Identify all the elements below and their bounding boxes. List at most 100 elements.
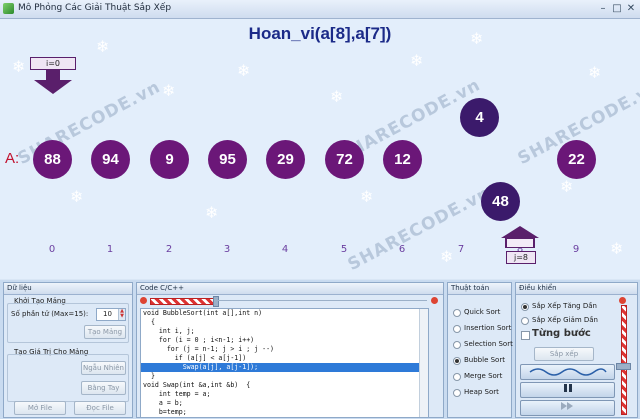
app-icon xyxy=(3,3,14,14)
up-arrow-icon xyxy=(501,226,539,249)
pointer-j-label: j=8 xyxy=(506,251,536,264)
index-label: 1 xyxy=(106,244,114,255)
array-element-8: 48 xyxy=(481,182,520,221)
radio-label: Heap Sort xyxy=(464,388,499,396)
code-scrollbar[interactable] xyxy=(419,309,428,417)
code-line: a = b; xyxy=(143,399,183,407)
sort-button[interactable]: Sắp xếp xyxy=(534,347,594,361)
next-icon xyxy=(560,402,573,410)
progress-track xyxy=(217,300,427,301)
pointer-j: j=8 xyxy=(497,226,543,264)
algorithm-panel-title: Thuật toán xyxy=(448,283,511,295)
array-element-1: 94 xyxy=(91,140,130,179)
progress-slider-thumb[interactable] xyxy=(213,296,219,307)
code-line: for (j = n-1; j > i ; j --) xyxy=(143,345,275,353)
window-title: Mô Phỏng Các Giải Thuật Sắp Xếp xyxy=(18,3,172,13)
snowflake-icon: ❄ xyxy=(70,187,84,206)
count-value: 10 xyxy=(103,310,112,318)
radio-dot-selected-icon xyxy=(521,303,529,311)
snowflake-icon: ❄ xyxy=(162,81,176,100)
visualization-canvas: ❄ ❄ ❄ ❄ ❄ ❄ ❄ ❄ ❄ ❄ ❄ ❄ ❄ ❄ SHARECODE.vn… xyxy=(0,19,640,279)
title-bar: Mô Phỏng Các Giải Thuật Sắp Xếp – □ ✕ xyxy=(0,0,640,19)
data-panel-title: Dữ liệu xyxy=(4,283,132,295)
radio-label: Sắp Xếp Tăng Dần xyxy=(532,302,597,310)
index-label: 0 xyxy=(48,244,56,255)
snowflake-icon: ❄ xyxy=(237,61,251,80)
snowflake-icon: ❄ xyxy=(360,187,374,206)
index-label: 7 xyxy=(457,244,465,255)
radio-label: Bubble Sort xyxy=(464,356,505,364)
red-dot-icon xyxy=(140,297,147,304)
array-element-7: 4 xyxy=(460,98,499,137)
index-label: 2 xyxy=(165,244,173,255)
progress-bar xyxy=(150,298,214,305)
radio-label: Selection Sort xyxy=(464,340,513,348)
step-checkbox[interactable] xyxy=(521,331,530,340)
data-panel: Dữ liệu Khởi Tạo Mảng Số phần tử (Max=15… xyxy=(3,282,133,418)
array-element-9: 22 xyxy=(557,140,596,179)
snowflake-icon: ❄ xyxy=(330,87,344,106)
array-element-2: 9 xyxy=(150,140,189,179)
radio-dot-icon xyxy=(521,317,529,325)
index-label: 4 xyxy=(281,244,289,255)
read-file-button[interactable]: Đọc File xyxy=(74,401,126,415)
bottom-panels: Dữ liệu Khởi Tạo Mảng Số phần tử (Max=15… xyxy=(0,280,640,419)
code-panel: Code C/C++ void BubbleSort(int a[],int n… xyxy=(136,282,444,418)
code-line: int temp = a; xyxy=(143,390,211,398)
random-button[interactable]: Ngẫu Nhiên xyxy=(81,361,126,375)
index-label: 5 xyxy=(340,244,348,255)
radio-dot-icon xyxy=(453,325,461,333)
code-line: if (a[j] < a[j-1]) xyxy=(143,354,247,362)
close-button[interactable]: ✕ xyxy=(624,2,638,15)
wave-icon xyxy=(529,368,607,376)
algorithm-panel: Thuật toán Quick Sort Insertion Sort Sel… xyxy=(447,282,513,418)
count-spinner[interactable]: 10 ▲ ▼ xyxy=(96,308,126,321)
wave-button[interactable] xyxy=(520,364,615,380)
radio-dot-icon xyxy=(453,309,461,317)
radio-label: Quick Sort xyxy=(464,308,501,316)
spinner-arrows-icon[interactable]: ▲ ▼ xyxy=(118,309,125,320)
array-element-4: 29 xyxy=(266,140,305,179)
array-label: A: xyxy=(5,150,20,167)
array-element-3: 95 xyxy=(208,140,247,179)
array-element-6: 12 xyxy=(383,140,422,179)
open-file-button[interactable]: Mở File xyxy=(14,401,66,415)
maximize-button[interactable]: □ xyxy=(610,2,624,15)
manual-button[interactable]: Bằng Tay xyxy=(81,381,126,395)
down-arrow-icon xyxy=(34,70,72,94)
speed-slider-track[interactable] xyxy=(621,305,627,415)
pause-icon xyxy=(563,384,572,392)
radio-label: Sắp Xếp Giảm Dần xyxy=(532,316,598,324)
code-line: b=temp; xyxy=(143,408,187,416)
pause-button[interactable] xyxy=(520,382,615,398)
minimize-button[interactable]: – xyxy=(596,2,610,15)
radio-dot-icon xyxy=(453,373,461,381)
index-label: 9 xyxy=(572,244,580,255)
code-line: for (i = 0 ; i<n-1; i++) xyxy=(143,336,255,344)
code-panel-title: Code C/C++ xyxy=(137,283,443,295)
code-line: void BubbleSort(int a[],int n) xyxy=(143,309,263,317)
count-label: Số phần tử (Max=15): xyxy=(11,310,89,318)
red-dot-icon xyxy=(619,297,626,304)
speed-slider-thumb[interactable] xyxy=(616,363,631,370)
control-panel: Điều khiển Sắp Xếp Tăng Dần Sắp Xếp Giảm… xyxy=(515,282,638,418)
code-line: } xyxy=(143,372,155,380)
radio-dot-icon xyxy=(453,389,461,397)
snowflake-icon: ❄ xyxy=(12,57,26,76)
create-array-button[interactable]: Tạo Mảng xyxy=(84,325,126,339)
index-label: 3 xyxy=(223,244,231,255)
radio-dot-selected-icon xyxy=(453,357,461,365)
red-dot-icon xyxy=(431,297,438,304)
snowflake-icon: ❄ xyxy=(205,203,219,222)
radio-label: Insertion Sort xyxy=(464,324,512,332)
array-element-5: 72 xyxy=(325,140,364,179)
step-label: Từng bước xyxy=(532,328,591,339)
snowflake-icon: ❄ xyxy=(410,51,424,70)
radio-label: Merge Sort xyxy=(464,372,503,380)
radio-dot-icon xyxy=(453,341,461,349)
code-viewer: void BubbleSort(int a[],int n) { int i, … xyxy=(140,308,429,418)
next-step-button[interactable] xyxy=(520,400,615,416)
code-line: int i, j; xyxy=(143,327,195,335)
pointer-i: i=0 xyxy=(30,57,76,97)
code-line-highlighted: Swap(a[j], a[j-1]); xyxy=(141,363,428,372)
